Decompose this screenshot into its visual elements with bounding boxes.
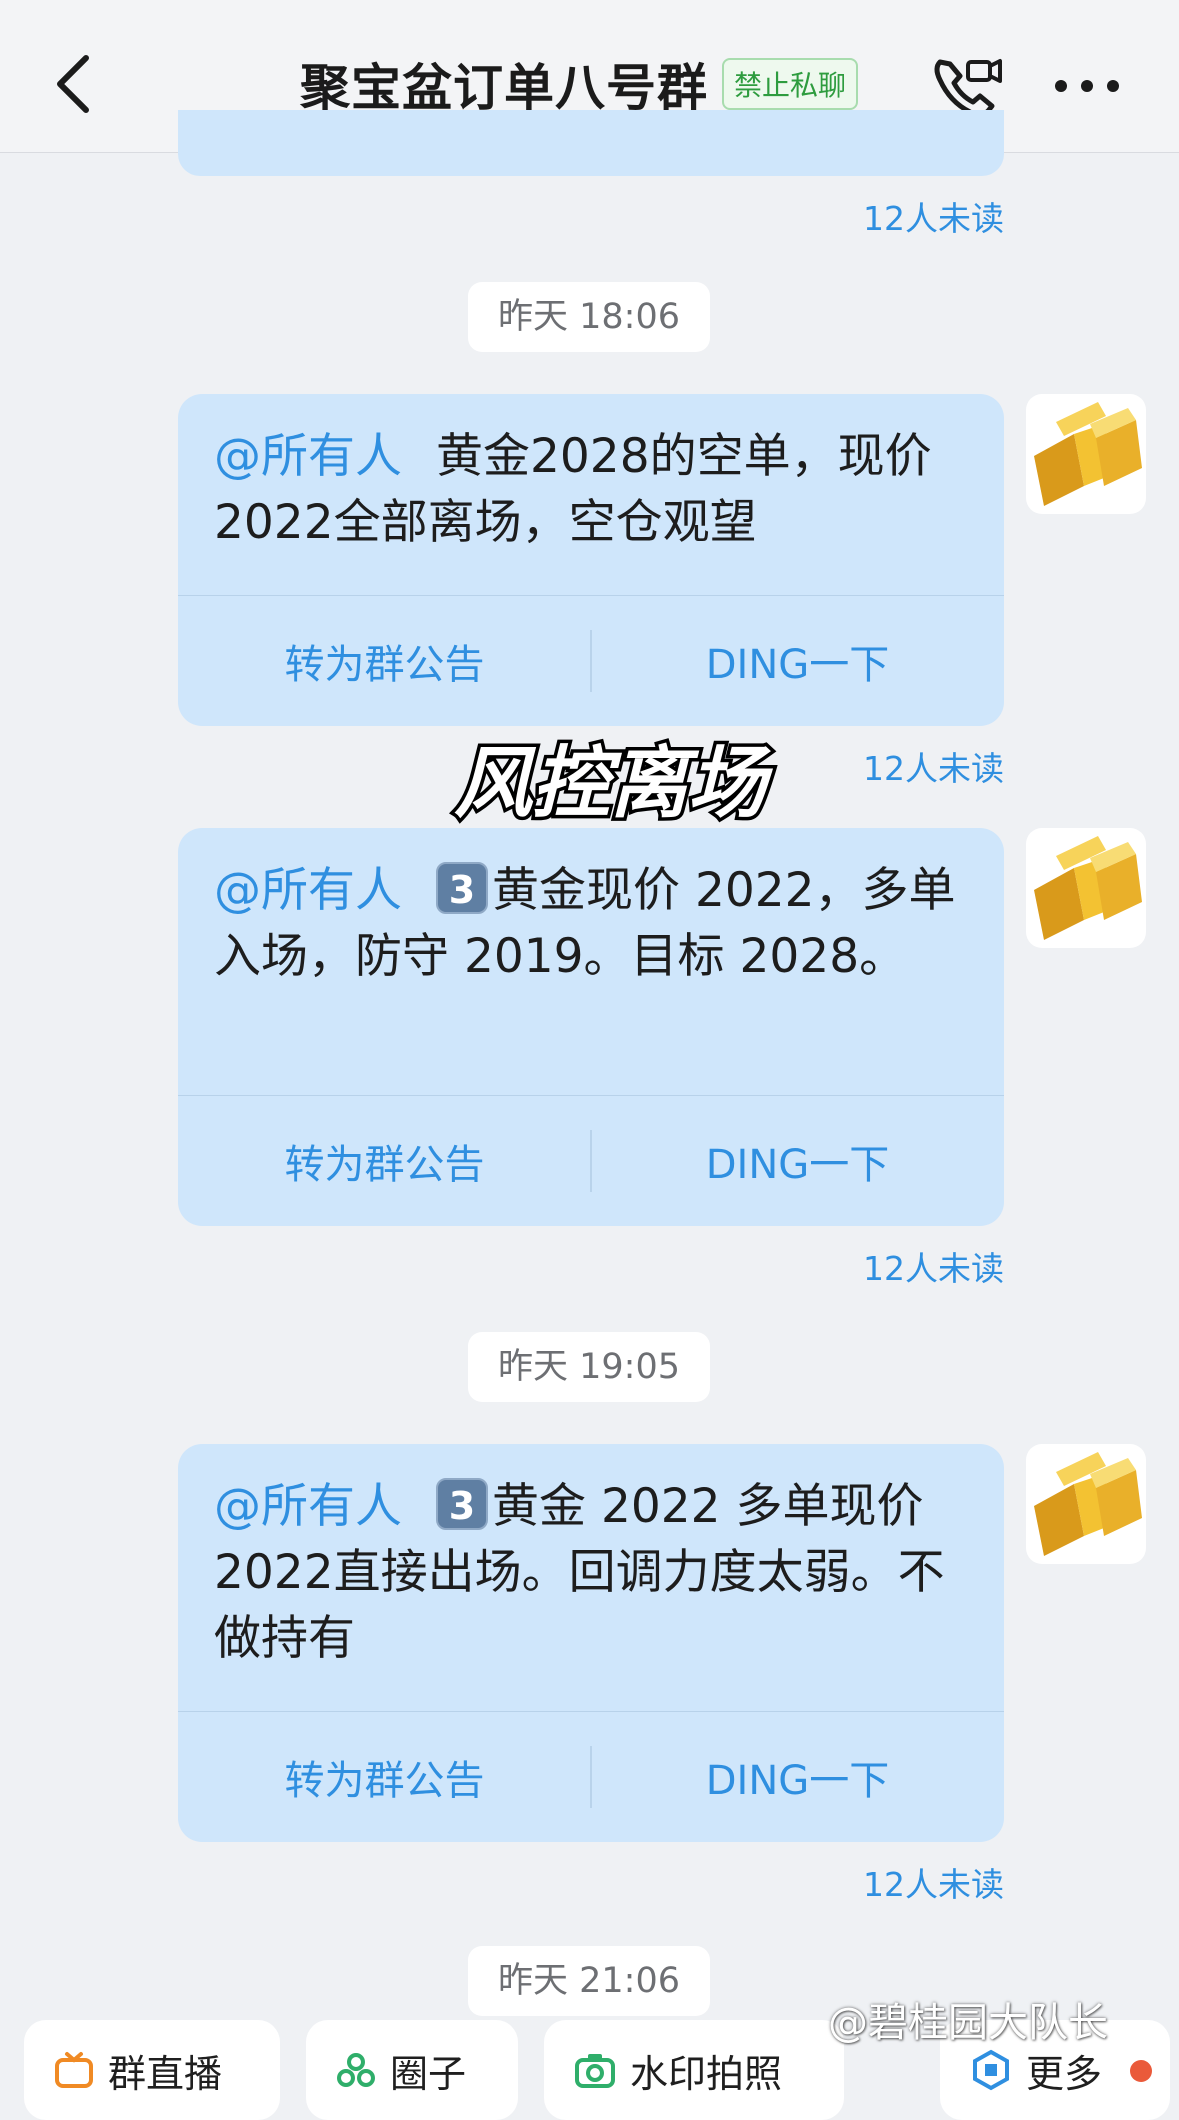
svg-text:风控离场: 风控离场 bbox=[454, 739, 774, 829]
timestamp: 昨天 18:06 bbox=[468, 282, 710, 352]
divider bbox=[590, 630, 592, 692]
message-text: @所有人 3 黄金现价 2022，多单入场，防守 2019。目标 2028。 bbox=[178, 828, 1004, 990]
message-bubble[interactable]: @所有人 黄金2028的空单，现价2022全部离场，空仓观望 转为群公告 DING… bbox=[178, 394, 1004, 726]
live-icon bbox=[55, 2052, 93, 2088]
timestamp: 昨天 19:05 bbox=[468, 1332, 710, 1402]
circle-icon bbox=[337, 2053, 375, 2087]
timestamp: 昨天 21:06 bbox=[468, 1946, 710, 2016]
number-badge: 3 bbox=[436, 1478, 488, 1530]
avatar[interactable] bbox=[1026, 1444, 1146, 1564]
set-as-announcement-button[interactable]: 转为群公告 bbox=[178, 596, 591, 726]
ding-button[interactable]: DING一下 bbox=[591, 596, 1004, 726]
back-icon[interactable] bbox=[48, 52, 100, 116]
unread-count[interactable]: 12人未读 bbox=[604, 192, 1004, 240]
more-apps-icon bbox=[973, 2049, 1009, 2091]
toolbar-label: 圈子 bbox=[390, 2051, 467, 2096]
camera-icon bbox=[575, 2054, 615, 2088]
toolbar-live-button[interactable]: 群直播 bbox=[24, 2020, 280, 2120]
message-actions: 转为群公告 DING一下 bbox=[178, 1711, 1004, 1842]
ding-button[interactable]: DING一下 bbox=[591, 1712, 1004, 1842]
toolbar-label: 更多 bbox=[1026, 2051, 1103, 2096]
mention-all[interactable]: @所有人 bbox=[214, 429, 402, 484]
avatar[interactable] bbox=[1026, 828, 1146, 948]
message-text: @所有人 3 黄金 2022 多单现价 2022直接出场。回调力度太弱。不做持有 bbox=[178, 1444, 1004, 1672]
ding-button[interactable]: DING一下 bbox=[591, 1096, 1004, 1226]
more-icon[interactable] bbox=[1052, 72, 1122, 100]
number-badge: 3 bbox=[436, 862, 488, 914]
toolbar-label: 水印拍照 bbox=[630, 2051, 783, 2096]
notification-dot bbox=[1130, 2060, 1152, 2082]
message-actions: 转为群公告 DING一下 bbox=[178, 1095, 1004, 1226]
unread-count[interactable]: 12人未读 bbox=[604, 1858, 1004, 1906]
private-chat-disabled-badge: 禁止私聊 bbox=[722, 58, 859, 110]
watermark: @碧桂园大队长 bbox=[828, 2000, 1108, 2046]
divider bbox=[590, 1746, 592, 1808]
mention-all[interactable]: @所有人 bbox=[214, 863, 402, 918]
overlay-caption: 风控离场 bbox=[450, 736, 777, 833]
message-bubble[interactable]: @所有人 3 黄金 2022 多单现价 2022直接出场。回调力度太弱。不做持有 转… bbox=[178, 1444, 1004, 1842]
previous-message-bubble[interactable] bbox=[178, 110, 1004, 176]
set-as-announcement-button[interactable]: 转为群公告 bbox=[178, 1096, 591, 1226]
avatar[interactable] bbox=[1026, 394, 1146, 514]
message-actions: 转为群公告 DING一下 bbox=[178, 595, 1004, 726]
unread-count[interactable]: 12人未读 bbox=[604, 1242, 1004, 1290]
divider bbox=[590, 1130, 592, 1192]
message-text: @所有人 黄金2028的空单，现价2022全部离场，空仓观望 bbox=[178, 394, 1004, 556]
chat-title-area[interactable]: 聚宝盆订单八号群 禁止私聊 bbox=[300, 52, 859, 117]
message-bubble[interactable]: @所有人 3 黄金现价 2022，多单入场，防守 2019。目标 2028。 转为群… bbox=[178, 828, 1004, 1226]
gold-bars-icon bbox=[1034, 402, 1142, 506]
toolbar-watermark-camera-button[interactable]: 水印拍照 bbox=[544, 2020, 844, 2120]
toolbar-label: 群直播 bbox=[108, 2051, 223, 2096]
toolbar-circle-button[interactable]: 圈子 bbox=[306, 2020, 518, 2120]
gold-bars-icon bbox=[1034, 1452, 1142, 1556]
gold-bars-icon bbox=[1034, 836, 1142, 940]
mention-all[interactable]: @所有人 bbox=[214, 1479, 402, 1534]
set-as-announcement-button[interactable]: 转为群公告 bbox=[178, 1712, 591, 1842]
